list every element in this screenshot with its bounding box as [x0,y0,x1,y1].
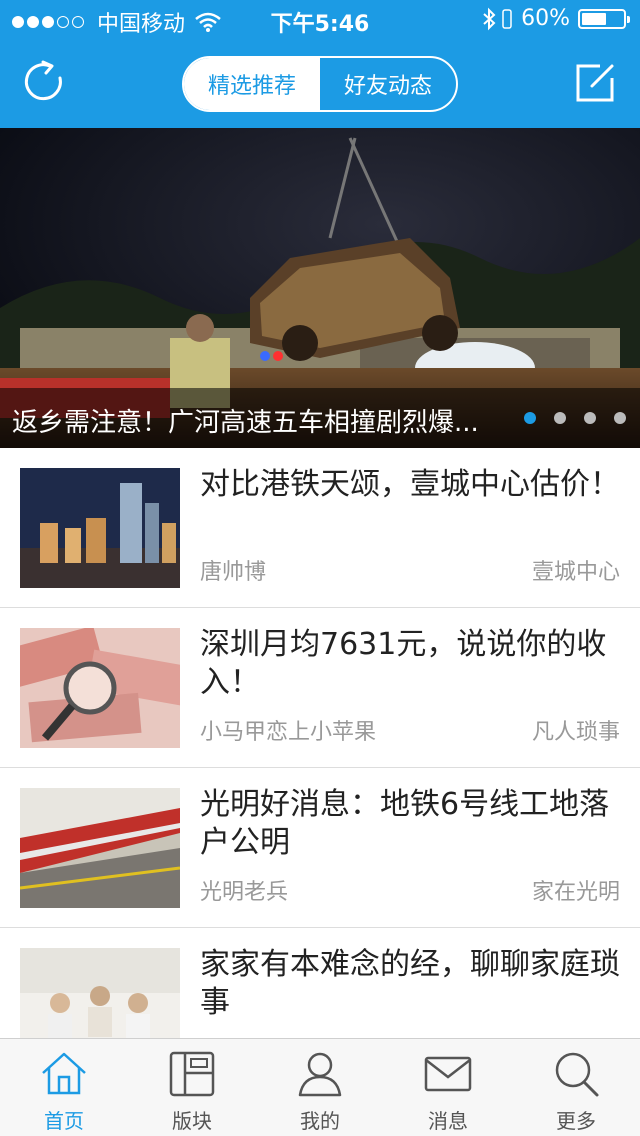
tabbar-label: 消息 [428,1109,468,1133]
tabbar-label: 我的 [300,1109,340,1133]
post-title: 深圳月均7631元，说说你的收入！ [200,627,607,700]
post-thumbnail [20,788,180,908]
post-author[interactable]: 小马甲恋上小苹果 [200,714,376,746]
app-header: 中国移动 下午5:46 60% 精选推荐 好友动态 [0,0,640,128]
tabbar-item-more[interactable]: 更多 [512,1039,640,1136]
post-forum[interactable]: 凡人琐事 [532,714,620,746]
tabbar-label: 版块 [172,1109,212,1133]
tabbar-item-messages[interactable]: 消息 [384,1039,512,1136]
tabbar-item-home[interactable]: 首页 [0,1039,128,1136]
battery-level-fill [582,12,606,25]
tabbar-label: 首页 [44,1109,84,1133]
post-item[interactable]: 对比港铁天颂，壹城中心估价！ 唐帅博 壹城中心 [0,448,640,608]
page-dot[interactable] [524,412,536,424]
tab-featured[interactable]: 精选推荐 [184,58,320,110]
post-title: 光明好消息：地铁6号线工地落户公明 [200,787,610,860]
post-item[interactable]: 光明好消息：地铁6号线工地落户公明 光明老兵 家在光明 [0,768,640,928]
compose-icon[interactable] [574,62,616,104]
status-right: 60% [481,6,630,31]
post-list: 对比港铁天颂，壹城中心估价！ 唐帅博 壹城中心 深圳月均7631元，说说你的收入… [0,448,640,1038]
post-thumbnail [20,948,180,1038]
post-thumbnail [20,468,180,588]
battery-icon [578,8,630,29]
post-title: 对比港铁天颂，壹城中心估价！ [200,467,620,502]
post-forum[interactable]: 家在光明 [532,874,620,906]
banner-page-indicator [506,412,626,424]
post-author[interactable]: 唐帅博 [200,554,266,586]
tabbar-item-sections[interactable]: 版块 [128,1039,256,1136]
page-dot[interactable] [614,412,626,424]
bottom-tab-bar: 首页 版块 我的 消息 更多 [0,1038,640,1136]
bluetooth-icon [483,7,496,30]
banner-caption: 返乡需注意！广河高速五车相撞剧烈爆... [0,388,640,448]
mail-icon [424,1056,472,1092]
profile-icon [298,1052,342,1097]
post-title: 家家有本难念的经，聊聊家庭琐事 [200,947,620,1020]
post-item[interactable]: 家家有本难念的经，聊聊家庭琐事 [0,928,640,1038]
home-icon [42,1052,86,1095]
feed-switcher: 精选推荐 好友动态 [182,56,458,112]
tabbar-label: 更多 [556,1109,596,1133]
sections-icon [169,1051,215,1097]
post-thumbnail [20,628,180,748]
battery-percent: 60% [521,6,570,31]
post-forum[interactable]: 壹城中心 [532,554,620,586]
search-icon [555,1052,599,1097]
post-item[interactable]: 深圳月均7631元，说说你的收入！ 小马甲恋上小苹果 凡人琐事 [0,608,640,768]
post-author[interactable]: 光明老兵 [200,874,288,906]
featured-banner[interactable]: 返乡需注意！广河高速五车相撞剧烈爆... [0,128,640,448]
page-dot[interactable] [554,412,566,424]
tabbar-item-profile[interactable]: 我的 [256,1039,384,1136]
refresh-icon[interactable] [22,60,68,106]
banner-title: 返乡需注意！广河高速五车相撞剧烈爆... [12,408,479,438]
battery-plug-icon [502,8,512,29]
tab-friends-activity[interactable]: 好友动态 [320,58,456,110]
status-bar: 中国移动 下午5:46 60% [0,0,640,40]
page-dot[interactable] [584,412,596,424]
